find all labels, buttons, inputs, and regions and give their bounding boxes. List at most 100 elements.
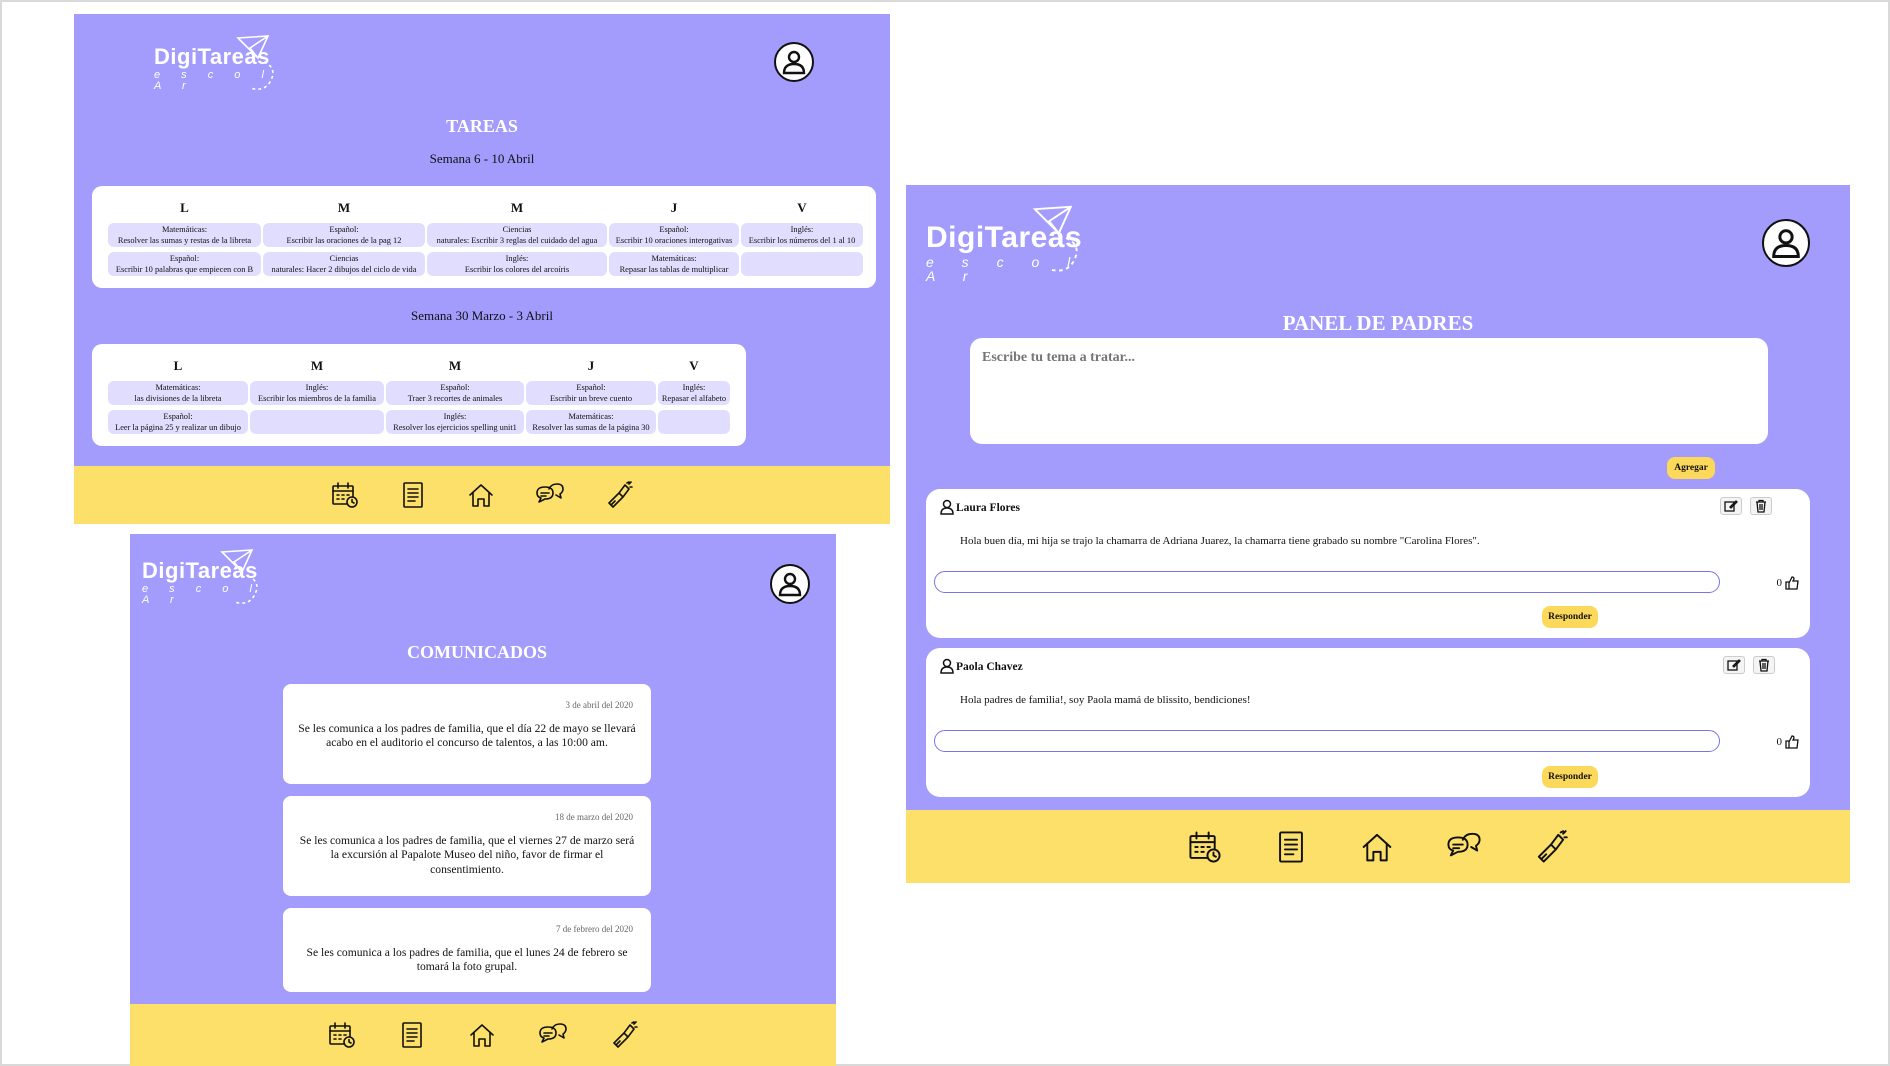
post-author: Laura Flores	[956, 502, 1020, 514]
post-author: Paola Chavez	[956, 661, 1023, 673]
task-cell[interactable]	[658, 410, 730, 434]
task-cell[interactable]: Español: Leer la página 25 y realizar un …	[108, 410, 248, 434]
task-cell[interactable]: Inglés: Escribir los colores del arcoíris	[427, 252, 607, 276]
day-header: M	[310, 358, 324, 373]
edit-icon	[1724, 500, 1738, 512]
day-header: J	[587, 358, 595, 373]
user-outline-icon	[940, 658, 954, 679]
home-icon[interactable]	[467, 481, 495, 509]
paper-plane-icon	[236, 35, 274, 90]
like-counter[interactable]: 0	[1777, 575, 1801, 591]
post-card: Paola Chavez Hola padres de familia!, so…	[926, 648, 1810, 797]
task-cell[interactable]: Inglés: Escribir los miembros de la famil…	[250, 381, 384, 405]
bottom-navbar	[906, 810, 1850, 883]
delete-button[interactable]	[1753, 656, 1775, 674]
week-label: Semana 6 - 10 Abril	[429, 151, 535, 166]
post-actions	[1720, 497, 1772, 515]
notice-date: 18 de marzo del 2020	[555, 812, 633, 822]
brand-logo[interactable]: DigiTareas e s c o l A r	[142, 546, 282, 616]
document-list-icon[interactable]	[1274, 830, 1308, 864]
post-actions	[1723, 656, 1775, 674]
week-schedule: L M M J V Matemáticas: las divisiones de …	[92, 344, 746, 446]
user-icon	[1772, 229, 1800, 259]
task-cell[interactable]: Ciencias naturales: Hacer 2 dibujos del c…	[263, 252, 425, 276]
user-avatar[interactable]	[770, 564, 810, 604]
notice-date: 7 de febrero del 2020	[556, 924, 633, 934]
task-cell[interactable]: Español: Escribir las oraciones de la pag…	[263, 223, 425, 247]
task-cell[interactable]: Español: Escribir 10 oraciones interogati…	[609, 223, 739, 247]
megaphone-icon[interactable]	[1534, 829, 1568, 864]
brand-logo[interactable]: DigiTareas e s c o l A r	[154, 32, 294, 102]
calendar-clock-icon[interactable]	[1188, 830, 1222, 864]
edit-button[interactable]	[1723, 656, 1745, 674]
brand-logo[interactable]: DigiTareas e s c o l A r	[926, 201, 1106, 291]
chat-bubbles-icon[interactable]	[538, 1021, 568, 1049]
megaphone-icon[interactable]	[605, 481, 633, 509]
task-cell[interactable]	[250, 410, 384, 434]
document-list-icon[interactable]	[399, 481, 427, 509]
paper-plane-icon	[1032, 205, 1078, 272]
megaphone-icon[interactable]	[610, 1021, 638, 1049]
task-cell[interactable]: Inglés: Repasar el alfabeto	[658, 381, 730, 405]
user-outline-icon	[940, 499, 954, 520]
task-cell[interactable]: Matemáticas: las divisiones de la libreta	[108, 381, 248, 405]
like-count: 0	[1776, 577, 1783, 589]
day-header: M	[448, 358, 462, 373]
calendar-clock-icon[interactable]	[328, 1021, 356, 1049]
task-cell[interactable]: Español: Escribir 10 palabras que empiece…	[108, 252, 261, 276]
post-card: Laura Flores Hola buen día, mi hija se t…	[926, 489, 1810, 638]
notice-card: 3 de abril del 2020 Se les comunica a lo…	[283, 684, 651, 784]
edit-button[interactable]	[1720, 497, 1742, 515]
add-topic-button[interactable]: Agregar	[1667, 457, 1715, 479]
task-cell[interactable]	[741, 252, 863, 276]
week-label: Semana 30 Marzo - 3 Abril	[411, 308, 553, 323]
edit-icon	[1727, 659, 1741, 671]
day-header: L	[180, 200, 189, 215]
notice-text: Se les comunica a los padres de familia,…	[298, 722, 636, 750]
task-cell[interactable]: Español: Traer 3 recortes de animales	[386, 381, 524, 405]
task-cell[interactable]: Ciencias naturales: Escribir 3 reglas del…	[427, 223, 607, 247]
trash-icon	[1756, 499, 1766, 513]
home-icon[interactable]	[1360, 830, 1394, 864]
thumbs-up-icon	[1785, 576, 1799, 590]
home-icon[interactable]	[468, 1021, 496, 1049]
notice-text: Se les comunica a los padres de familia,…	[306, 946, 628, 974]
post-message: Hola padres de familia!, soy Paola mamá …	[960, 694, 1251, 706]
delete-button[interactable]	[1750, 497, 1772, 515]
day-header: V	[797, 200, 807, 215]
topic-input[interactable]	[970, 338, 1768, 444]
user-icon	[778, 572, 802, 597]
calendar-clock-icon[interactable]	[331, 481, 359, 509]
like-counter[interactable]: 0	[1777, 734, 1801, 750]
chat-bubbles-icon[interactable]	[535, 481, 565, 509]
reply-input[interactable]	[934, 730, 1720, 752]
task-cell[interactable]: Inglés: Resolver los ejercicios spelling …	[386, 410, 524, 434]
task-cell[interactable]: Inglés: Escribir los números del 1 al 10	[741, 223, 863, 247]
user-avatar[interactable]	[1762, 219, 1810, 267]
like-count: 0	[1776, 736, 1783, 748]
notice-date: 3 de abril del 2020	[565, 700, 633, 710]
document-list-icon[interactable]	[398, 1021, 426, 1049]
notice-card: 18 de marzo del 2020 Se les comunica a l…	[283, 796, 651, 896]
task-cell[interactable]: Español: Escribir un breve cuento	[526, 381, 656, 405]
reply-input[interactable]	[934, 571, 1720, 593]
task-cell[interactable]: Matemáticas: Resolver las sumas y restas …	[108, 223, 261, 247]
user-icon	[782, 50, 806, 75]
post-message: Hola buen día, mi hija se trajo la chama…	[960, 535, 1480, 547]
week-schedule: L M M J V Matemáticas: Resolver las sumas…	[92, 186, 876, 288]
trash-icon	[1759, 658, 1769, 672]
tareas-panel: DigiTareas e s c o l A r TAREAS Semana 6…	[74, 14, 890, 524]
day-header: J	[670, 200, 678, 215]
user-avatar[interactable]	[774, 42, 814, 82]
day-header: V	[689, 358, 699, 373]
chat-bubbles-icon[interactable]	[1446, 830, 1482, 864]
task-cell[interactable]: Matemáticas: Resolver las sumas de la pág…	[526, 410, 656, 434]
notice-text: Se les comunica a los padres de familia,…	[299, 834, 635, 876]
page-title: PANEL DE PADRES	[1282, 311, 1474, 335]
bottom-navbar	[74, 466, 890, 524]
page-title: COMUNICADOS	[406, 642, 547, 662]
reply-button[interactable]: Responder	[1542, 606, 1598, 628]
comunicados-panel: DigiTareas e s c o l A r COMUNICADOS 3 d…	[130, 534, 836, 1066]
task-cell[interactable]: Matemáticas: Repasar las tablas de multip…	[609, 252, 739, 276]
reply-button[interactable]: Responder	[1542, 766, 1598, 788]
